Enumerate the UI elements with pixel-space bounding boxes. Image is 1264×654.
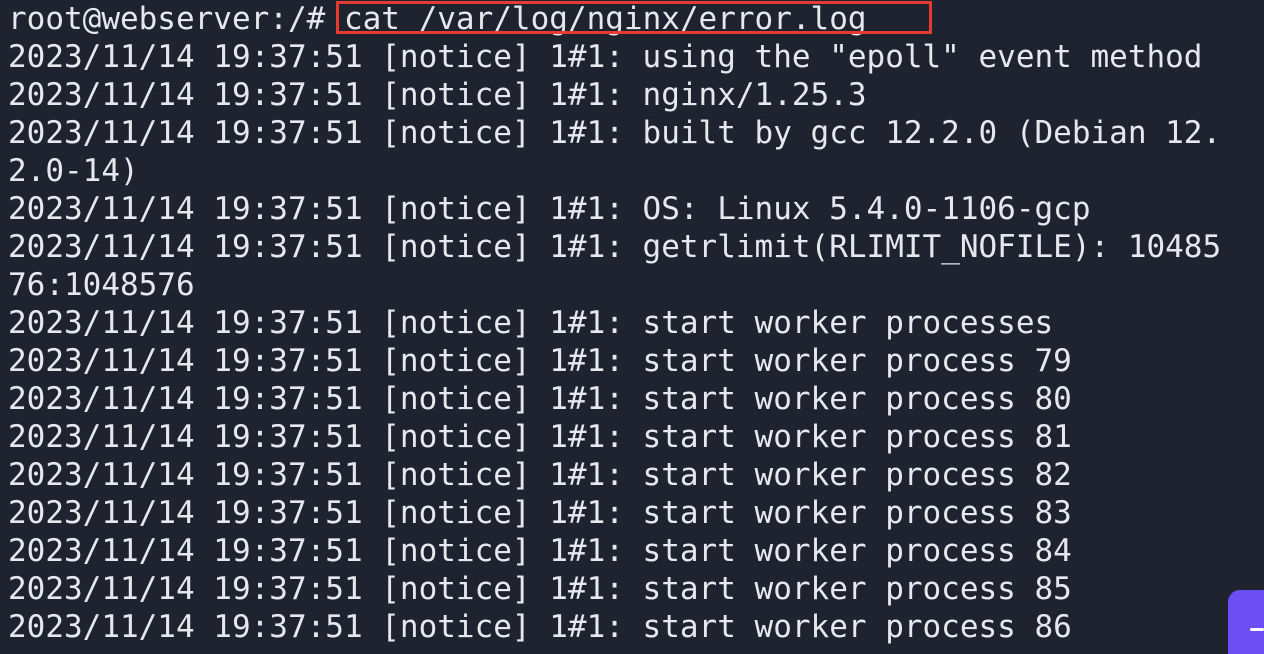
log-line: 2023/11/14 19:37:51 [notice] 1#1: start … xyxy=(8,533,1072,569)
floating-action-button[interactable] xyxy=(1228,590,1264,654)
terminal-window[interactable]: root@webserver:/# cat /var/log/nginx/err… xyxy=(0,0,1264,654)
log-line: 2023/11/14 19:37:51 [notice] 1#1: start … xyxy=(8,571,1072,607)
shell-prompt: root@webserver:/# xyxy=(8,1,344,37)
log-line: 2023/11/14 19:37:51 [notice] 1#1: start … xyxy=(8,457,1072,493)
log-line: 2023/11/14 19:37:51 [notice] 1#1: start … xyxy=(8,343,1072,379)
log-line-wrap: 2.0-14) xyxy=(8,153,139,189)
log-line: 2023/11/14 19:37:51 [notice] 1#1: built … xyxy=(8,115,1222,151)
log-line: 2023/11/14 19:37:51 [notice] 1#1: getrli… xyxy=(8,229,1222,265)
log-line: 2023/11/14 19:37:51 [notice] 1#1: nginx/… xyxy=(8,77,867,113)
plus-icon xyxy=(1250,628,1264,631)
log-line: 2023/11/14 19:37:51 [notice] 1#1: start … xyxy=(8,495,1072,531)
log-line: 2023/11/14 19:37:51 [notice] 1#1: start … xyxy=(8,305,1054,341)
log-line: 2023/11/14 19:37:51 [notice] 1#1: start … xyxy=(8,381,1072,417)
log-line: 2023/11/14 19:37:51 [notice] 1#1: start … xyxy=(8,609,1072,645)
log-line: 2023/11/14 19:37:51 [notice] 1#1: start … xyxy=(8,419,1072,455)
command-highlight-box xyxy=(336,1,932,34)
log-line: 2023/11/14 19:37:51 [notice] 1#1: using … xyxy=(8,39,1203,75)
log-line: 2023/11/14 19:37:51 [notice] 1#1: OS: Li… xyxy=(8,191,1091,227)
log-line-wrap: 76:1048576 xyxy=(8,267,195,303)
